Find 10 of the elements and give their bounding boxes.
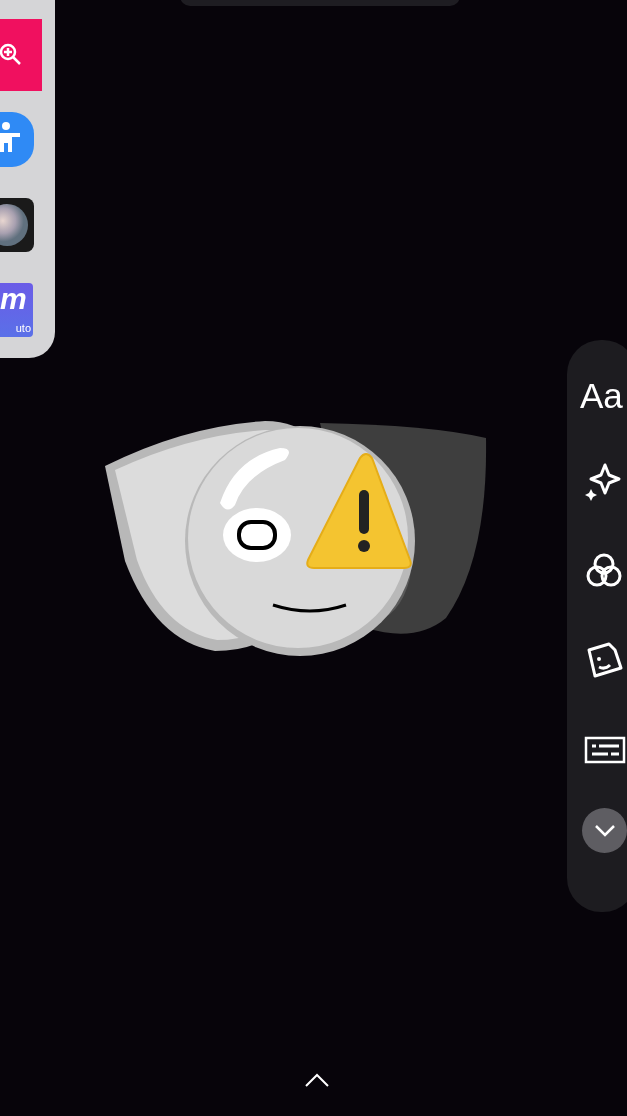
text-tool[interactable]: Aa xyxy=(580,370,623,422)
app-caption: uto xyxy=(15,322,31,334)
magnifier-app-icon[interactable] xyxy=(0,19,42,91)
chevron-down-icon xyxy=(593,823,616,838)
expand-button[interactable] xyxy=(582,808,627,853)
lens-app-icon[interactable] xyxy=(0,198,34,252)
app-logo-icon[interactable]: m uto xyxy=(0,283,33,337)
accessibility-app-icon[interactable] xyxy=(0,112,34,167)
logo-letter: m xyxy=(0,283,27,315)
swipe-up-icon[interactable] xyxy=(304,1072,330,1088)
